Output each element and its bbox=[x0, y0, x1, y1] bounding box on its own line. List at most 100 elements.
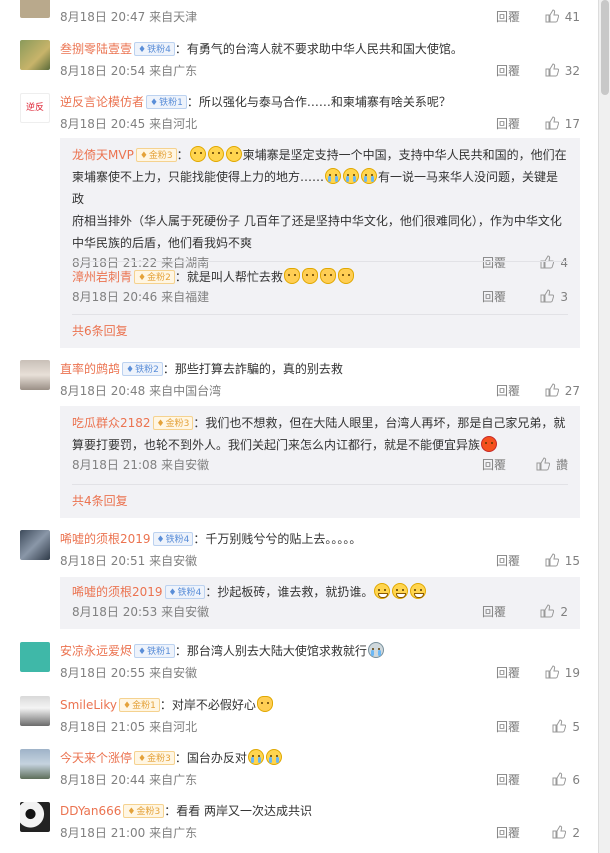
like-count: 2 bbox=[572, 826, 580, 840]
like-button[interactable]: 2 bbox=[522, 603, 568, 621]
comment-item: 安凉永远爱烬 ♦铁粉1 ：那台湾人别去大陆大使馆求救就行 8月18日 20:55 来… bbox=[20, 642, 580, 682]
username[interactable]: 逆反言论模仿者 bbox=[60, 95, 144, 109]
username[interactable]: DDYan666 bbox=[60, 804, 121, 818]
thumb-up-icon bbox=[552, 719, 567, 733]
comment-time: 8月18日 20:44 来自广东 bbox=[60, 773, 198, 787]
thumb-up-icon bbox=[545, 383, 559, 397]
avatar[interactable] bbox=[20, 749, 50, 779]
fan-badge[interactable]: ♦铁粉1 bbox=[134, 644, 175, 658]
like-button[interactable]: 15 bbox=[534, 552, 580, 570]
sub-reply-text: 抄起板砖，谁去救，就扔谁。 bbox=[217, 585, 374, 599]
grin-emoji-icon bbox=[410, 583, 427, 599]
laugh-cry-emoji-icon bbox=[343, 168, 360, 184]
like-count: 41 bbox=[564, 10, 580, 24]
fan-badge[interactable]: ♦铁粉4 bbox=[152, 532, 194, 546]
comment-item: 8月18日 20:47 来自天津 回覆 41 bbox=[20, 0, 580, 28]
vertical-scrollbar[interactable] bbox=[598, 0, 610, 853]
username[interactable]: 龙倚天MVP bbox=[72, 148, 134, 162]
reply-button[interactable]: 回覆 bbox=[482, 603, 506, 621]
username[interactable]: 叁捌零陆壹壹 bbox=[60, 42, 132, 56]
comment-time: 8月18日 20:53 来自安徽 bbox=[72, 605, 210, 619]
fan-badge[interactable]: ♦铁粉2 bbox=[122, 362, 163, 376]
reply-button[interactable]: 回覆 bbox=[496, 115, 520, 133]
comment-text: 那台湾人别去大陆大使馆求救就行 bbox=[186, 644, 367, 658]
like-count: 27 bbox=[564, 384, 580, 398]
username[interactable]: 今天来个涨停 bbox=[60, 751, 132, 765]
reply-button[interactable]: 回覆 bbox=[496, 771, 520, 789]
avatar[interactable] bbox=[20, 0, 50, 18]
comment-item: SmileLiky ♦金粉1 ：对岸不必假好心 8月18日 21:05 来自河北 回… bbox=[20, 696, 580, 736]
reply-button[interactable]: 回覆 bbox=[482, 288, 506, 306]
like-count: 5 bbox=[572, 720, 580, 734]
scrollbar-thumb[interactable] bbox=[601, 0, 609, 95]
like-button[interactable]: 41 bbox=[534, 8, 580, 26]
fan-badge[interactable]: ♦金粉3 bbox=[152, 416, 194, 430]
reply-button[interactable]: 回覆 bbox=[496, 62, 520, 80]
laugh-cry-emoji-icon bbox=[325, 168, 342, 184]
avatar[interactable] bbox=[20, 530, 50, 560]
reply-button[interactable]: 回覆 bbox=[496, 382, 520, 400]
like-button[interactable]: 27 bbox=[534, 382, 580, 400]
thumb-up-icon bbox=[545, 116, 559, 130]
avatar[interactable] bbox=[20, 642, 50, 672]
angry-emoji-icon bbox=[481, 436, 498, 452]
like-count: 6 bbox=[572, 773, 580, 787]
laugh-cry-emoji-icon bbox=[265, 749, 282, 765]
username[interactable]: 唏嘘的须根2019 bbox=[60, 532, 151, 546]
reply-button[interactable]: 回覆 bbox=[496, 664, 520, 682]
sub-reply-text: 算要打要罚，也轮不到外人。我们关起门来怎么内讧都行，就是不能便宜异族 bbox=[72, 438, 481, 452]
avatar[interactable] bbox=[20, 802, 50, 832]
reply-button[interactable]: 回覆 bbox=[496, 824, 520, 842]
emoji-icon bbox=[189, 146, 206, 162]
reply-button[interactable]: 回覆 bbox=[482, 456, 506, 474]
comment-item: 直率的鹧鸪 ♦铁粉2 ：那些打算去詐騙的，真的别去救 8月18日 20:48 来自中… bbox=[20, 360, 580, 400]
thumb-up-icon bbox=[552, 772, 567, 786]
reply-button[interactable]: 回覆 bbox=[496, 552, 520, 570]
fan-badge[interactable]: ♦金粉3 bbox=[123, 804, 165, 818]
like-button[interactable]: 6 bbox=[534, 771, 580, 789]
thumb-up-icon bbox=[540, 289, 555, 303]
like-button[interactable]: 5 bbox=[534, 718, 580, 736]
fan-badge[interactable]: ♦金粉1 bbox=[119, 698, 160, 712]
avatar[interactable] bbox=[20, 360, 50, 390]
fan-badge[interactable]: ♦金粉2 bbox=[134, 270, 175, 284]
avatar[interactable]: 逆反 bbox=[20, 93, 50, 123]
username[interactable]: 吃瓜群众2182 bbox=[72, 416, 151, 430]
username[interactable]: 直率的鹧鸪 bbox=[60, 362, 120, 376]
username[interactable]: 漳州岩刺青 bbox=[72, 270, 132, 284]
more-replies-link[interactable]: 共6条回复 bbox=[72, 322, 128, 339]
more-replies-link[interactable]: 共4条回复 bbox=[72, 492, 128, 509]
like-button[interactable]: 32 bbox=[534, 62, 580, 80]
fan-badge[interactable]: ♦金粉3 bbox=[135, 148, 177, 162]
like-button[interactable]: 3 bbox=[522, 288, 568, 306]
reply-button[interactable]: 回覆 bbox=[496, 8, 520, 26]
sub-reply-text: 柬埔寨是坚定支持一个中国，支持中华人民共和国的，他们在 bbox=[242, 148, 567, 162]
comment-time: 8月18日 20:48 来自中国台湾 bbox=[60, 384, 222, 398]
comment-text: 有勇气的台湾人就不要求助中华人民共和国大使馆。 bbox=[186, 42, 463, 56]
fan-badge[interactable]: ♦铁粉1 bbox=[146, 95, 187, 109]
fan-badge[interactable]: ♦金粉3 bbox=[134, 751, 175, 765]
like-button[interactable]: 讚 bbox=[522, 456, 568, 474]
sub-reply-text: 中华民族的后盾，他们看我妈不爽 bbox=[72, 236, 253, 250]
comment-time: 8月18日 20:55 来自安徽 bbox=[60, 666, 198, 680]
username[interactable]: SmileLiky bbox=[60, 698, 117, 712]
divider bbox=[72, 314, 568, 315]
reply-button[interactable]: 回覆 bbox=[496, 718, 520, 736]
avatar[interactable] bbox=[20, 40, 50, 70]
fan-badge[interactable]: ♦铁粉4 bbox=[134, 42, 175, 56]
comment-time: 8月18日 21:05 来自河北 bbox=[60, 720, 198, 734]
username[interactable]: 唏嘘的须根2019 bbox=[72, 585, 163, 599]
divider bbox=[72, 484, 568, 485]
avatar[interactable] bbox=[20, 696, 50, 726]
comment-panel: 8月18日 20:47 来自天津 回覆 41 叁捌零陆壹壹 ♦铁粉4 ：有勇气的台湾… bbox=[0, 0, 598, 853]
like-button[interactable]: 19 bbox=[534, 664, 580, 682]
fan-badge[interactable]: ♦铁粉4 bbox=[164, 585, 206, 599]
username[interactable]: 安凉永远爱烬 bbox=[60, 644, 132, 658]
thumb-up-icon bbox=[545, 63, 559, 77]
like-button[interactable]: 17 bbox=[534, 115, 580, 133]
like-button[interactable]: 2 bbox=[534, 824, 580, 842]
sub-reply-text: 府相当排外（华人属于死硬份子 几百年了还是坚持中华文化，他们很难同化），作为中华… bbox=[72, 214, 562, 228]
emoji-icon bbox=[225, 146, 242, 162]
like-count: 32 bbox=[564, 64, 580, 78]
comment-item: DDYan666 ♦金粉3 ：看看 两岸又一次达成共识 8月18日 21:00 来自… bbox=[20, 802, 580, 842]
